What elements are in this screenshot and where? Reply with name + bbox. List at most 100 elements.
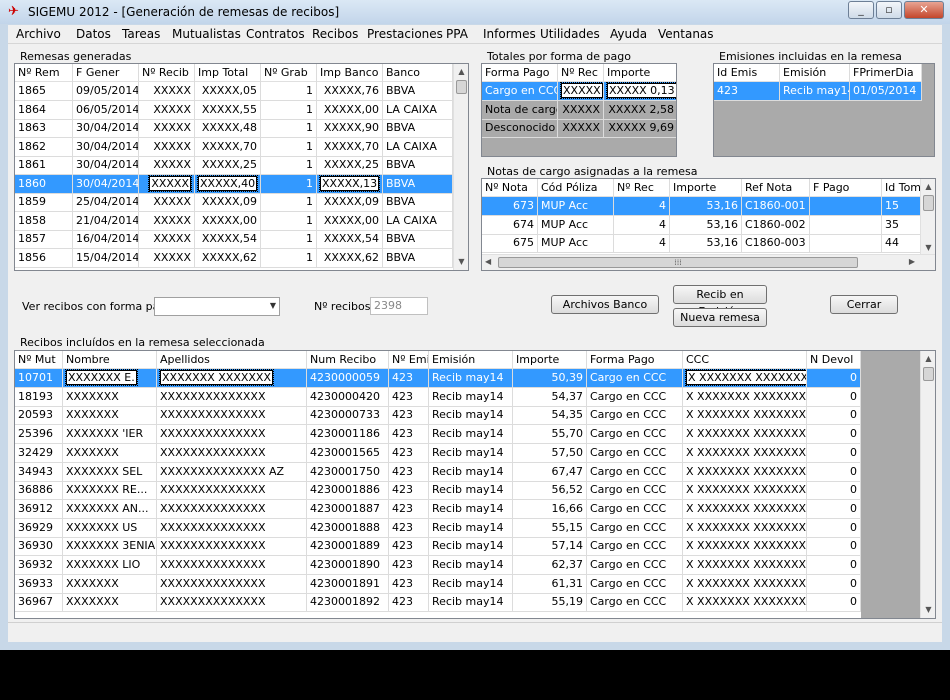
totales-cell[interactable]: XXXXX 0,13 bbox=[604, 82, 676, 101]
recibos-cell[interactable]: XXXXXXXXXXXXXX bbox=[157, 443, 307, 463]
recibos-cell[interactable]: 4230001891 bbox=[307, 574, 389, 594]
recibos-cell[interactable]: XXXXXXX bbox=[63, 443, 157, 463]
recibos-cell[interactable]: 0 bbox=[807, 556, 861, 575]
scroll-thumb[interactable] bbox=[923, 195, 934, 211]
remesas-cell[interactable]: 1 bbox=[261, 193, 317, 212]
remesas-cell[interactable]: 1 bbox=[261, 248, 317, 268]
notas-cell[interactable] bbox=[810, 197, 882, 216]
totales-cell[interactable]: Cargo en CCC bbox=[482, 82, 558, 101]
recibos-cell[interactable]: 423 bbox=[389, 518, 429, 538]
remesas-cell[interactable]: 06/05/2014 bbox=[73, 100, 139, 120]
recibos-cell[interactable]: Cargo en CCC bbox=[587, 556, 683, 575]
recibos-cell[interactable]: 36933 bbox=[15, 574, 63, 594]
remesas-cell[interactable]: 1862 bbox=[15, 137, 73, 157]
recibos-cell[interactable]: X XXXXXXX XXXXXXX bbox=[683, 387, 807, 407]
recibos-cell[interactable]: 0 bbox=[807, 481, 861, 501]
remesas-cell[interactable]: XXXXX bbox=[139, 156, 195, 175]
remesas-cell[interactable]: XXXXX bbox=[139, 100, 195, 120]
recibos-cell[interactable]: 18193 bbox=[15, 387, 63, 407]
recibos-cell[interactable]: Recib may14 bbox=[429, 499, 513, 519]
notas-cell[interactable]: 4 bbox=[614, 234, 670, 253]
recibos-cell[interactable]: Recib may14 bbox=[429, 537, 513, 557]
scroll-up-icon[interactable]: ▲ bbox=[921, 179, 935, 195]
scroll-up-icon[interactable]: ▲ bbox=[921, 351, 935, 367]
recibos-cell[interactable]: 0 bbox=[807, 499, 861, 519]
recibos-cell[interactable]: 4230000059 bbox=[307, 369, 389, 388]
remesas-cell[interactable]: 30/04/2014 bbox=[73, 174, 139, 194]
remesas-cell[interactable]: 16/04/2014 bbox=[73, 230, 139, 249]
recibos-cell[interactable]: 423 bbox=[389, 556, 429, 575]
recibos-cell[interactable]: 62,37 bbox=[513, 556, 587, 575]
emisiones-cell[interactable]: 423 bbox=[714, 82, 780, 101]
remesas-cell[interactable]: XXXXX,76 bbox=[317, 82, 383, 101]
recibos-cell[interactable]: XXXXXXX 'IER bbox=[63, 425, 157, 445]
menu-prestaciones[interactable]: Prestaciones bbox=[365, 27, 445, 42]
recibos-cell[interactable]: Cargo en CCC bbox=[587, 574, 683, 594]
minimize-button[interactable]: _ bbox=[848, 1, 874, 19]
remesas-cell[interactable]: LA CAIXA bbox=[383, 211, 453, 231]
recibos-cell[interactable]: Recib may14 bbox=[429, 443, 513, 463]
remesas-cell[interactable]: XXXXX bbox=[139, 137, 195, 157]
recibos-cell[interactable]: 423 bbox=[389, 593, 429, 613]
menu-mutualistas[interactable]: Mutualistas bbox=[170, 27, 243, 42]
maximize-button[interactable]: ▫ bbox=[876, 1, 902, 19]
remesas-cell[interactable]: 09/05/2014 bbox=[73, 82, 139, 101]
cerrar-button[interactable]: Cerrar bbox=[830, 295, 898, 314]
recibos-col-header[interactable]: Num Recibo bbox=[307, 351, 389, 369]
notas-cell[interactable]: 4 bbox=[614, 215, 670, 235]
emisiones-col-header[interactable]: Id Emis bbox=[714, 64, 780, 82]
recibos-cell[interactable]: 55,70 bbox=[513, 425, 587, 445]
remesas-cell[interactable]: XXXXX,48 bbox=[195, 119, 261, 138]
remesas-cell[interactable]: 1861 bbox=[15, 156, 73, 175]
remesas-vertical-scrollbar[interactable]: ▲ ▼ bbox=[453, 64, 468, 270]
recibos-cell[interactable]: X XXXXXXX XXXXXXX bbox=[683, 574, 807, 594]
remesas-cell[interactable]: 1859 bbox=[15, 193, 73, 212]
remesas-col-header[interactable]: Nº Rem bbox=[15, 64, 73, 82]
remesas-cell[interactable]: XXXXX,09 bbox=[195, 193, 261, 212]
remesas-cell[interactable]: 1 bbox=[261, 211, 317, 231]
remesas-cell[interactable]: 1857 bbox=[15, 230, 73, 249]
menu-contratos[interactable]: Contratos bbox=[244, 27, 307, 42]
recibos-cell[interactable]: 54,35 bbox=[513, 406, 587, 426]
recibos-cell[interactable]: XXXXXXXXXXXXXX bbox=[157, 387, 307, 407]
notas-cell[interactable]: 53,16 bbox=[670, 197, 742, 216]
notas-cell[interactable]: 674 bbox=[482, 215, 538, 235]
recibos-cell[interactable]: 0 bbox=[807, 462, 861, 482]
recibos-cell[interactable]: 423 bbox=[389, 425, 429, 445]
recibos-col-header[interactable]: Forma Pago bbox=[587, 351, 683, 369]
remesas-cell[interactable]: 1 bbox=[261, 156, 317, 175]
scroll-thumb[interactable] bbox=[923, 367, 934, 381]
remesas-cell[interactable]: XXXXX,00 bbox=[317, 100, 383, 120]
remesas-col-header[interactable]: Imp Total bbox=[195, 64, 261, 82]
recibos-cell[interactable]: XXXXXXX LIO bbox=[63, 556, 157, 575]
remesas-cell[interactable]: 25/04/2014 bbox=[73, 193, 139, 212]
recibos-cell[interactable]: 4230001892 bbox=[307, 593, 389, 613]
recibos-cell[interactable]: XXXXXXX E. bbox=[63, 369, 157, 388]
recibos-cell[interactable]: 32429 bbox=[15, 443, 63, 463]
remesas-cell[interactable]: BBVA bbox=[383, 156, 453, 175]
recibos-cell[interactable]: 0 bbox=[807, 443, 861, 463]
recibos-cell[interactable]: 55,15 bbox=[513, 518, 587, 538]
recibos-cell[interactable]: XXXXXXX bbox=[63, 593, 157, 613]
recibos-cell[interactable]: 4230001889 bbox=[307, 537, 389, 557]
remesas-cell[interactable]: XXXXX bbox=[139, 230, 195, 249]
remesas-cell[interactable]: BBVA bbox=[383, 230, 453, 249]
recibos-cell[interactable]: Recib may14 bbox=[429, 425, 513, 445]
recibos-cell[interactable]: X XXXXXXX XXXXXXX bbox=[683, 369, 807, 388]
recibos-cell[interactable]: Recib may14 bbox=[429, 406, 513, 426]
recibos-cell[interactable]: X XXXXXXX XXXXXXX bbox=[683, 518, 807, 538]
remesas-cell[interactable]: XXXXX,00 bbox=[317, 211, 383, 231]
recibos-cell[interactable]: 423 bbox=[389, 387, 429, 407]
recibos-cell[interactable]: 55,19 bbox=[513, 593, 587, 613]
remesas-cell[interactable]: XXXXX,09 bbox=[317, 193, 383, 212]
recibos-cell[interactable]: 423 bbox=[389, 537, 429, 557]
scroll-up-icon[interactable]: ▲ bbox=[454, 64, 468, 80]
remesas-cell[interactable]: XXXXX,62 bbox=[317, 248, 383, 268]
recibos-cell[interactable]: XXXXXXXXXXXXXX bbox=[157, 518, 307, 538]
scroll-down-icon[interactable]: ▼ bbox=[921, 602, 935, 618]
remesas-cell[interactable]: 1856 bbox=[15, 248, 73, 268]
menu-ayuda[interactable]: Ayuda bbox=[608, 27, 649, 42]
totales-cell[interactable]: XXXXX bbox=[558, 119, 604, 138]
archivos-banco-button[interactable]: Archivos Banco bbox=[551, 295, 659, 314]
menu-datos[interactable]: Datos bbox=[74, 27, 113, 42]
